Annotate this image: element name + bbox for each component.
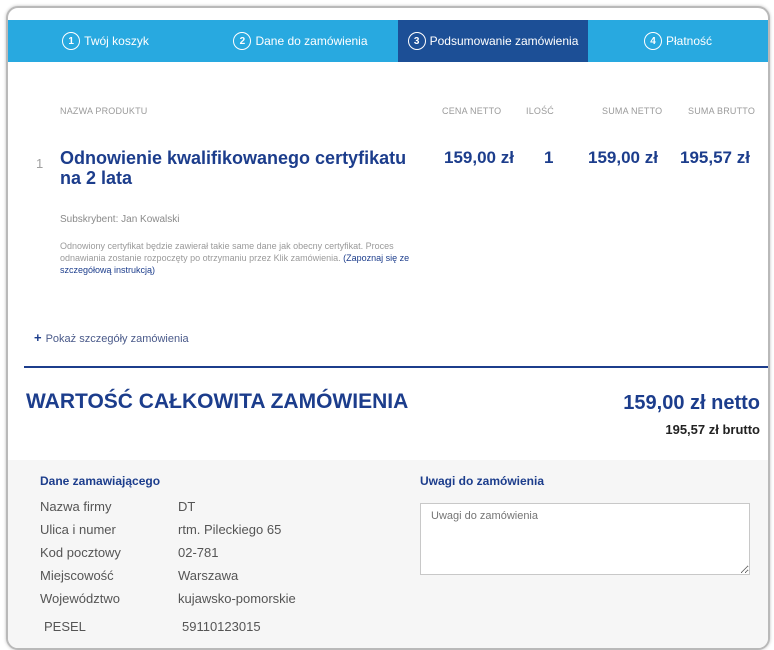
renewal-note: Odnowiony certyfikat będzie zawierał tak…	[60, 240, 420, 276]
checkout-steps: 1 Twój koszyk 2 Dane do zamówienia 3 Pod…	[8, 20, 768, 62]
total-netto: 159,00 zł netto	[623, 392, 760, 414]
step-label: Podsumowanie zamówienia	[429, 34, 579, 48]
subscriber: Subskrybent: Jan Kowalski	[60, 214, 180, 225]
quantity: 1	[544, 148, 554, 167]
field-label-postal: Kod pocztowy	[40, 545, 121, 560]
price-net: 159,00 zł	[444, 148, 514, 167]
field-label-company: Nazwa firmy	[40, 499, 112, 514]
plus-icon: +	[34, 330, 42, 345]
header-product-name: NAZWA PRODUKTU	[60, 106, 148, 116]
total-brutto: 195,57 zł brutto	[665, 422, 760, 437]
header-price-net: CENA NETTO	[442, 106, 502, 116]
step-label: Płatność	[665, 34, 713, 48]
order-summary-window: 1 Twój koszyk 2 Dane do zamówienia 3 Pod…	[6, 6, 770, 650]
field-label-street: Ulica i numer	[40, 522, 116, 537]
step-number: 2	[233, 32, 252, 50]
header-quantity: ILOŚĆ	[526, 106, 555, 116]
step-order-data[interactable]: 2 Dane do zamówienia	[203, 20, 398, 62]
field-label-city: Miejscowość	[40, 568, 114, 583]
product-name: Odnowienie kwalifikowanego certyfikatu n…	[60, 148, 407, 188]
field-label-voivodeship: Województwo	[40, 591, 120, 606]
step-summary[interactable]: 3 Podsumowanie zamówienia	[398, 20, 588, 62]
step-number: 4	[643, 32, 662, 50]
sum-gross: 195,57 zł	[680, 148, 750, 167]
row-index: 1	[36, 156, 44, 171]
total-label: WARTOŚĆ CAŁKOWITA ZAMÓWIENIA	[26, 390, 409, 413]
orderer-title: Dane zamawiającego	[40, 474, 161, 488]
field-label-pesel: PESEL	[44, 619, 86, 634]
divider	[24, 366, 768, 368]
sum-net: 159,00 zł	[588, 148, 658, 167]
step-cart[interactable]: 1 Twój koszyk	[8, 20, 203, 62]
field-value-company: DT	[178, 499, 196, 514]
header-sum-net: SUMA NETTO	[602, 106, 663, 116]
field-value-postal: 02-781	[178, 545, 219, 560]
step-number: 3	[407, 32, 426, 50]
field-value-street: rtm. Pileckiego 65	[178, 522, 282, 537]
step-label: Twój koszyk	[84, 34, 149, 48]
field-value-voivodeship: kujawsko-pomorskie	[178, 591, 296, 606]
field-value-city: Warszawa	[178, 568, 239, 583]
step-payment[interactable]: 4 Płatność	[588, 20, 768, 62]
step-label: Dane do zamówienia	[255, 34, 368, 48]
header-sum-gross: SUMA BRUTTO	[688, 106, 756, 116]
notes-title: Uwagi do zamówienia	[420, 474, 545, 488]
field-value-pesel: 59110123015	[182, 619, 261, 634]
order-notes-input[interactable]	[420, 503, 750, 575]
step-number: 1	[62, 32, 81, 50]
show-details-toggle[interactable]: + Pokaż szczegóły zamówienia	[34, 330, 189, 345]
show-details-label: Pokaż szczegóły zamówienia	[45, 333, 189, 345]
